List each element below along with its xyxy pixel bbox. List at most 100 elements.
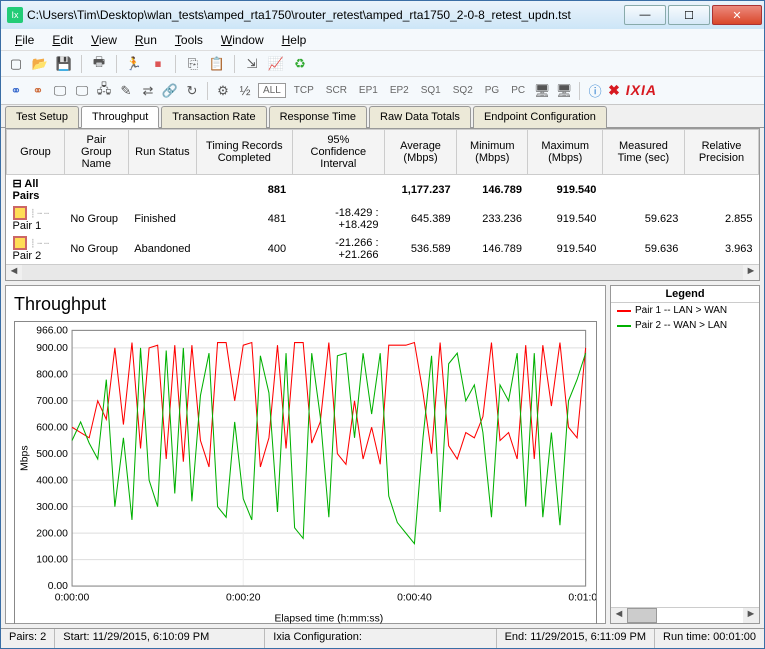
filter-tcp[interactable]: TCP — [290, 83, 318, 98]
stop-icon[interactable]: ⏹ — [149, 55, 167, 73]
tab-raw-data[interactable]: Raw Data Totals — [369, 106, 471, 128]
scroll-left-icon[interactable]: ◄ — [6, 265, 22, 280]
monitor-icon[interactable]: 🖥 — [533, 82, 551, 100]
table-hscroll[interactable]: ◄ ► — [6, 264, 759, 280]
svg-text:0:01:00: 0:01:00 — [568, 593, 596, 604]
cell-group: Pair 1 — [13, 220, 42, 232]
svg-text:100.00: 100.00 — [36, 555, 68, 566]
print-icon[interactable]: 🖶 — [90, 55, 108, 73]
chart-icon[interactable]: 📈 — [267, 55, 285, 73]
separator — [175, 55, 176, 73]
maximize-button[interactable]: ☐ — [668, 5, 710, 25]
toolbar-main: ▢ 📂 💾 🖶 🏃 ⏹ ⎘ 📋 ⇲ 📈 ♻ — [1, 51, 764, 77]
menu-view[interactable]: View — [83, 31, 125, 49]
col-min[interactable]: Minimum (Mbps) — [457, 130, 528, 175]
col-meastime[interactable]: Measured Time (sec) — [602, 130, 684, 175]
tab-throughput[interactable]: Throughput — [81, 106, 159, 128]
tool2-icon[interactable]: 🖵 — [73, 82, 91, 100]
sort-icon[interactable]: ½ — [236, 82, 254, 100]
cell-min: 233.236 — [457, 204, 528, 234]
tool3-icon[interactable]: 🖧 — [95, 82, 113, 100]
scroll-track[interactable] — [657, 608, 743, 623]
refresh2-icon[interactable]: ↻ — [183, 82, 201, 100]
svg-text:800.00: 800.00 — [36, 369, 68, 380]
cell-prec: 3.963 — [684, 234, 758, 264]
legend-pane: Legend Pair 1 -- LAN > WAN Pair 2 -- WAN… — [610, 285, 760, 624]
main-tabs: Test Setup Throughput Transaction Rate R… — [1, 105, 764, 128]
tab-endpoint-config[interactable]: Endpoint Configuration — [473, 106, 607, 128]
minimize-button[interactable]: — — [624, 5, 666, 25]
menu-edit[interactable]: Edit — [44, 31, 81, 49]
link-icon[interactable]: 🔗 — [161, 82, 179, 100]
menu-file[interactable]: File — [7, 31, 42, 49]
edit-icon[interactable]: ✎ — [117, 82, 135, 100]
filter-ep2[interactable]: EP2 — [386, 83, 413, 98]
expand-icon[interactable]: ⊟ — [13, 178, 22, 190]
menu-run[interactable]: Run — [127, 31, 165, 49]
scroll-track[interactable] — [22, 265, 743, 280]
col-timing[interactable]: Timing Records Completed — [197, 130, 293, 175]
col-ci[interactable]: 95% Confidence Interval — [292, 130, 384, 175]
refresh-icon[interactable]: ♻ — [291, 55, 309, 73]
run-icon[interactable]: 🏃 — [125, 55, 143, 73]
col-avg[interactable]: Average (Mbps) — [385, 130, 457, 175]
filter-ep1[interactable]: EP1 — [355, 83, 382, 98]
col-prec[interactable]: Relative Precision — [684, 130, 758, 175]
new-icon[interactable]: ▢ — [7, 55, 25, 73]
info-icon[interactable]: ⓘ — [586, 82, 604, 100]
app-icon: Ix — [7, 7, 23, 23]
filter-pc[interactable]: PC — [507, 83, 529, 98]
legend-title: Legend — [611, 286, 759, 303]
titlebar[interactable]: Ix C:\Users\Tim\Desktop\wlan_tests\amped… — [1, 1, 764, 29]
col-max[interactable]: Maximum (Mbps) — [528, 130, 602, 175]
menu-window[interactable]: Window — [213, 31, 272, 49]
save-icon[interactable]: 💾 — [55, 55, 73, 73]
tab-transaction-rate[interactable]: Transaction Rate — [161, 106, 266, 128]
menu-tools[interactable]: Tools — [167, 31, 211, 49]
open-icon[interactable]: 📂 — [31, 55, 49, 73]
app-window: Ix C:\Users\Tim\Desktop\wlan_tests\amped… — [0, 0, 765, 649]
scroll-left-icon[interactable]: ◄ — [611, 608, 627, 623]
scroll-right-icon[interactable]: ► — [743, 265, 759, 280]
scroll-right-icon[interactable]: ► — [743, 608, 759, 623]
pair2-icon[interactable]: ⚭ — [29, 82, 47, 100]
svg-text:0.00: 0.00 — [48, 581, 68, 592]
table-row[interactable]: ┊┈┈ Pair 1 No Group Finished 481 -18.429… — [7, 204, 759, 234]
close-button[interactable]: ✕ — [712, 5, 762, 25]
menu-help[interactable]: Help — [274, 31, 315, 49]
filter-all[interactable]: ALL — [258, 83, 286, 98]
title-text: C:\Users\Tim\Desktop\wlan_tests\amped_rt… — [27, 8, 624, 22]
table-row[interactable]: ┊┈┈ Pair 2 No Group Abandoned 400 -21.26… — [7, 234, 759, 264]
export-icon[interactable]: ⇲ — [243, 55, 261, 73]
legend-item[interactable]: Pair 2 -- WAN > LAN — [611, 318, 759, 333]
tab-test-setup[interactable]: Test Setup — [5, 106, 79, 128]
copy-icon[interactable]: ⎘ — [184, 55, 202, 73]
cell-status: Finished — [128, 204, 196, 234]
svg-text:966.00: 966.00 — [36, 325, 68, 336]
pair-icon[interactable]: ⚭ — [7, 82, 25, 100]
legend-label: Pair 2 -- WAN > LAN — [635, 320, 727, 331]
table-row-totals[interactable]: ⊟ All Pairs 881 1,177.237 146.789 919.54… — [7, 175, 759, 205]
scroll-thumb[interactable] — [627, 608, 657, 623]
swap-icon[interactable]: ⇄ — [139, 82, 157, 100]
filter-icon[interactable]: ⚙ — [214, 82, 232, 100]
filter-sq2[interactable]: SQ2 — [449, 83, 477, 98]
tool-icon[interactable]: 🖵 — [51, 82, 69, 100]
filter-sq1[interactable]: SQ1 — [417, 83, 445, 98]
totals-avg: 1,177.237 — [385, 175, 457, 205]
cell-timing: 481 — [197, 204, 293, 234]
legend-item[interactable]: Pair 1 -- LAN > WAN — [611, 303, 759, 318]
monitor2-icon[interactable]: 🖥 — [555, 82, 573, 100]
col-group[interactable]: Group — [7, 130, 65, 175]
filter-scr[interactable]: SCR — [322, 83, 351, 98]
cell-status: Abandoned — [128, 234, 196, 264]
paste-icon[interactable]: 📋 — [208, 55, 226, 73]
col-pairgroup[interactable]: Pair Group Name — [64, 130, 128, 175]
legend-hscroll[interactable]: ◄ ► — [611, 607, 759, 623]
col-runstatus[interactable]: Run Status — [128, 130, 196, 175]
tab-response-time[interactable]: Response Time — [269, 106, 367, 128]
svg-text:700.00: 700.00 — [36, 396, 68, 407]
menubar: File Edit View Run Tools Window Help — [1, 29, 764, 51]
filter-pg[interactable]: PG — [481, 83, 503, 98]
legend-swatch — [617, 325, 631, 327]
